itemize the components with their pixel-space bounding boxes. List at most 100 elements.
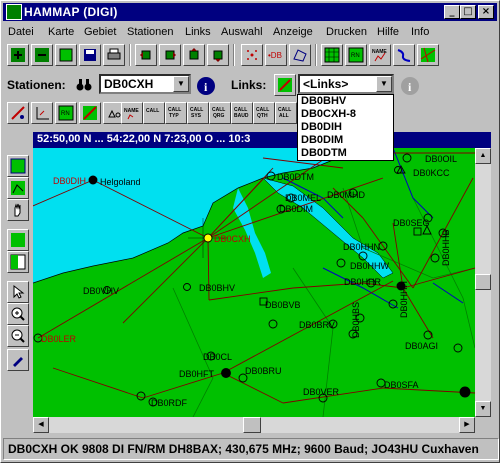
label-db0rdf: DB0RDF <box>151 398 188 408</box>
window-title: HAMMAP (DIGI) <box>24 5 118 19</box>
app-window: HAMMAP (DIGI) _ □ × Datei Karte Gebiet S… <box>0 0 500 463</box>
show-call-baud-button[interactable]: CALL BAUD <box>231 102 253 124</box>
grid-button[interactable] <box>321 44 343 66</box>
show-call-typ-button[interactable]: CALL TYP <box>165 102 187 124</box>
pan-east-button[interactable] <box>159 44 181 66</box>
label-db0seg: DB0SEG <box>393 218 430 228</box>
label-db0dih: DB0DIH <box>53 176 86 186</box>
menu-auswahl[interactable]: Auswahl <box>221 26 263 38</box>
axis-button[interactable] <box>31 102 53 124</box>
zoom-in-icon[interactable] <box>7 303 29 325</box>
svg-text:NAME: NAME <box>124 108 139 114</box>
svg-text:TYP: TYP <box>169 113 179 119</box>
scroll-right-icon[interactable]: ▶ <box>459 417 475 433</box>
menu-anzeige[interactable]: Anzeige <box>273 26 313 38</box>
links-map-button[interactable] <box>274 74 296 96</box>
rn-button[interactable]: RN <box>345 44 367 66</box>
zoom-out-map-button[interactable] <box>31 44 53 66</box>
pan-north-button[interactable] <box>183 44 205 66</box>
map-route-button[interactable] <box>7 177 29 199</box>
station-info-icon[interactable]: i <box>194 74 216 96</box>
rn-filter-button[interactable]: RN <box>55 102 77 124</box>
menu-bar: Datei Karte Gebiet Stationen Links Auswa… <box>3 23 497 41</box>
show-name-button[interactable]: NAME <box>121 102 143 124</box>
print-button[interactable] <box>103 44 125 66</box>
label-db0hhr: DB0HHR <box>344 277 382 287</box>
menu-datei[interactable]: Datei <box>8 26 34 38</box>
minimize-button[interactable]: _ <box>444 5 460 19</box>
dropdown-item[interactable]: DB0DTM <box>298 147 393 160</box>
maximize-button[interactable]: □ <box>460 5 476 19</box>
scroll-left-icon[interactable]: ◀ <box>33 417 49 433</box>
zoom-in-map-button[interactable] <box>7 44 29 66</box>
route-button[interactable] <box>7 102 29 124</box>
zoom-out-icon[interactable] <box>7 325 29 347</box>
save-button[interactable] <box>79 44 101 66</box>
area-fill-button[interactable] <box>7 229 29 251</box>
show-call-button[interactable]: CALL <box>143 102 165 124</box>
svg-text:CALL: CALL <box>146 108 159 114</box>
label-db0hhb: DB0HHB <box>441 229 451 266</box>
menu-gebiet[interactable]: Gebiet <box>84 26 116 38</box>
pan-south-button[interactable] <box>207 44 229 66</box>
dropdown-item[interactable]: DB0CXH-8 <box>298 108 393 121</box>
scroll-down-icon[interactable]: ▼ <box>475 401 491 417</box>
label-db0ver: DB0VER <box>303 387 340 397</box>
db-stations-button[interactable]: •DB <box>265 44 287 66</box>
menu-drucken[interactable]: Drucken <box>326 26 367 38</box>
links-select[interactable]: <Links> ▼ <box>298 74 394 94</box>
menu-links[interactable]: Links <box>185 26 211 38</box>
label-db0mhd: DB0MHD <box>327 190 366 200</box>
menu-info[interactable]: Info <box>411 26 429 38</box>
map-select-button[interactable] <box>7 155 29 177</box>
hand-icon[interactable] <box>7 199 29 221</box>
hscroll-thumb[interactable] <box>243 417 261 433</box>
label-db0cl: DB0CL <box>203 352 232 362</box>
map-area-button[interactable] <box>55 44 77 66</box>
area-half-button[interactable] <box>7 251 29 273</box>
dropdown-item[interactable]: DB0DIM <box>298 134 393 147</box>
link-info-icon[interactable]: i <box>398 74 420 96</box>
station-toolbar: Stationen: DB0CXH ▼ i Links: <Links> ▼ i <box>1 71 500 99</box>
pen-icon[interactable] <box>7 349 29 371</box>
menu-karte[interactable]: Karte <box>48 26 74 38</box>
chevron-down-icon[interactable]: ▼ <box>173 76 189 92</box>
roads-button[interactable] <box>417 44 439 66</box>
show-call-qrg-button[interactable]: CALL QRG <box>209 102 231 124</box>
pan-west-button[interactable] <box>135 44 157 66</box>
polygon-button[interactable] <box>289 44 311 66</box>
scroll-thumb[interactable] <box>475 274 491 290</box>
river-button[interactable] <box>393 44 415 66</box>
label-db0sfa: DB0SFA <box>384 380 419 390</box>
show-call-sys-button[interactable]: CALL SYS <box>187 102 209 124</box>
app-icon <box>6 4 22 20</box>
chevron-down-icon[interactable]: ▼ <box>376 76 392 92</box>
links-dropdown-list: DB0BHV DB0CXH-8 DB0DIH DB0DIM DB0DTM <box>297 94 394 161</box>
label-db0agi: DB0AGI <box>405 341 438 351</box>
stations-select[interactable]: DB0CXH ▼ <box>99 74 191 94</box>
horizontal-scrollbar[interactable]: ◀ ▶ <box>33 417 475 433</box>
title-bar: HAMMAP (DIGI) _ □ × <box>3 3 497 21</box>
label-db0hhh: DB0HHH <box>399 281 409 318</box>
menu-hilfe[interactable]: Hilfe <box>377 26 399 38</box>
toolbar-separator <box>233 44 235 66</box>
label-db0cxh: DB0CXH <box>214 234 251 244</box>
svg-text:QTH: QTH <box>257 113 268 119</box>
show-call-all-button[interactable]: CALL ALL <box>275 102 297 124</box>
close-button[interactable]: × <box>478 5 494 19</box>
map-canvas[interactable]: DB0DIH Helgoland DB0CXH DB0VHV DB0BHV DB… <box>33 148 475 417</box>
grid-dots-button[interactable] <box>241 44 263 66</box>
display-toolbar: RN NAME CALL CALL TYP CALL SYS CALL QRG CAL… <box>1 99 500 127</box>
link-filter-button[interactable] <box>79 102 101 124</box>
pointer-icon[interactable] <box>7 281 29 303</box>
dropdown-item[interactable]: DB0BHV <box>298 95 393 108</box>
show-call-qth-button[interactable]: CALL QTH <box>253 102 275 124</box>
vertical-scrollbar[interactable]: ▲ ▼ <box>475 148 491 417</box>
name-label-button[interactable]: NAME <box>369 44 391 66</box>
menu-stationen[interactable]: Stationen <box>127 26 173 38</box>
dropdown-item[interactable]: DB0DIH <box>298 121 393 134</box>
binoculars-icon[interactable] <box>74 74 96 96</box>
label-db0bru: DB0BRU <box>245 366 282 376</box>
stations-label: Stationen: <box>7 78 66 92</box>
scroll-up-icon[interactable]: ▲ <box>475 148 491 164</box>
